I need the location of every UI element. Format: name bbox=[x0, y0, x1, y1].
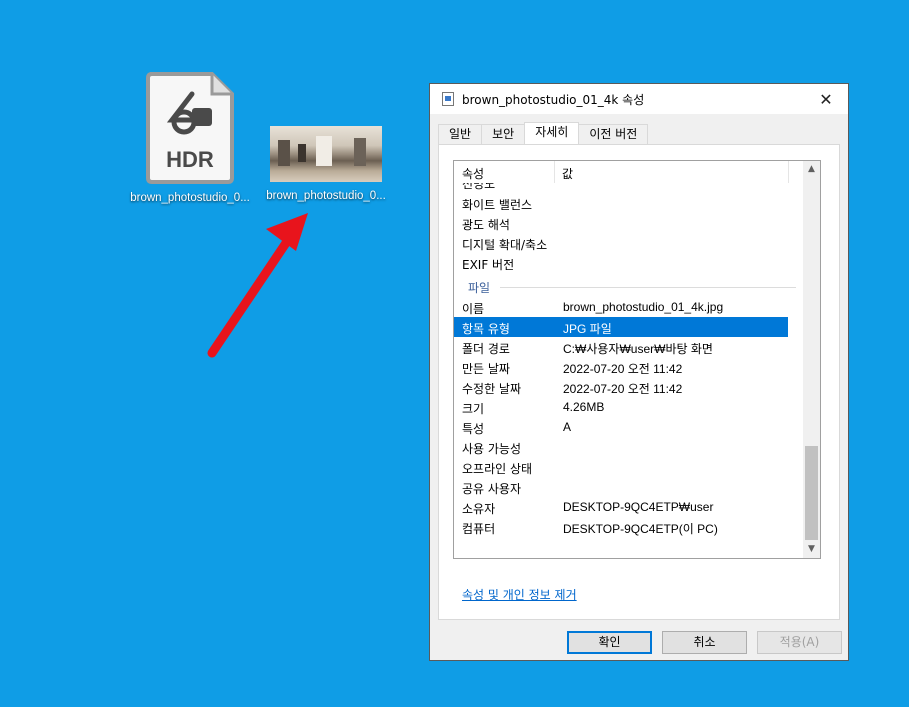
dialog-titlebar[interactable]: brown_photostudio_01_4k 속성 ✕ bbox=[430, 84, 848, 114]
tab-previous-versions[interactable]: 이전 버전 bbox=[578, 124, 649, 144]
tab-details[interactable]: 자세히 bbox=[524, 122, 580, 144]
dialog-title: brown_photostudio_01_4k 속성 bbox=[462, 92, 645, 107]
list-item[interactable]: 광도 해석 bbox=[454, 213, 804, 233]
apply-button[interactable]: 적용(A) bbox=[757, 631, 842, 654]
group-header-file: 파일 bbox=[454, 273, 804, 297]
cancel-button[interactable]: 취소 bbox=[662, 631, 747, 654]
column-header: 속성 값 bbox=[454, 161, 804, 183]
list-item[interactable]: 컴퓨터 DESKTOP-9QC4ETP(이 PC) bbox=[454, 517, 804, 537]
desktop-icon-label: brown_photostudio_0... bbox=[266, 190, 386, 202]
list-item[interactable]: 만든 날짜 2022-07-20 오전 11:42 bbox=[454, 357, 804, 377]
scroll-down-icon[interactable]: ▼ bbox=[803, 541, 820, 558]
property-rows: 선명도 화이트 밸런스 광도 해석 디지털 확대/축소 EXIF 버전 파일 이… bbox=[454, 181, 804, 537]
list-item-selected[interactable]: 항목 유형 JPG 파일 bbox=[454, 317, 788, 337]
close-icon[interactable]: ✕ bbox=[804, 84, 848, 114]
remove-properties-link[interactable]: 속성 및 개인 정보 제거 bbox=[462, 586, 577, 603]
tab-bar: 일반 보안 자세히 이전 버전 bbox=[438, 122, 649, 144]
svg-text:HDR: HDR bbox=[166, 147, 214, 172]
tab-security[interactable]: 보안 bbox=[481, 124, 526, 144]
list-item[interactable]: 이름 brown_photostudio_01_4k.jpg bbox=[454, 297, 804, 317]
list-item[interactable]: 오프라인 상태 bbox=[454, 457, 804, 477]
desktop-icon-label: brown_photostudio_0... bbox=[130, 192, 250, 204]
list-item[interactable]: 폴더 경로 C:₩사용자₩user₩바탕 화면 bbox=[454, 337, 804, 357]
list-item[interactable]: 수정한 날짜 2022-07-20 오전 11:42 bbox=[454, 377, 804, 397]
tab-general[interactable]: 일반 bbox=[438, 124, 483, 144]
property-list[interactable]: 선명도 화이트 밸런스 광도 해석 디지털 확대/축소 EXIF 버전 파일 이… bbox=[453, 160, 821, 559]
details-panel: 선명도 화이트 밸런스 광도 해석 디지털 확대/축소 EXIF 버전 파일 이… bbox=[438, 144, 840, 620]
list-item[interactable]: 화이트 밸런스 bbox=[454, 193, 804, 213]
list-item[interactable]: 소유자 DESKTOP-9QC4ETP₩user bbox=[454, 497, 804, 517]
list-item[interactable]: 크기 4.26MB bbox=[454, 397, 804, 417]
ok-button[interactable]: 확인 bbox=[567, 631, 652, 654]
desktop-icon-jpg-file[interactable]: brown_photostudio_0... bbox=[261, 70, 391, 202]
list-item[interactable]: 디지털 확대/축소 bbox=[454, 233, 804, 253]
list-item[interactable]: EXIF 버전 bbox=[454, 253, 804, 273]
properties-dialog: brown_photostudio_01_4k 속성 ✕ 일반 보안 자세히 이… bbox=[429, 83, 849, 661]
file-icon bbox=[442, 92, 454, 106]
vertical-scrollbar[interactable]: ▲ ▼ bbox=[803, 161, 820, 558]
jpg-thumbnail bbox=[270, 126, 382, 182]
list-item[interactable]: 사용 가능성 bbox=[454, 437, 804, 457]
list-item[interactable]: 공유 사용자 bbox=[454, 477, 804, 497]
hdr-file-icon: HDR bbox=[144, 70, 236, 184]
column-header-value[interactable]: 값 bbox=[562, 165, 573, 182]
scroll-up-icon[interactable]: ▲ bbox=[803, 161, 820, 178]
desktop-icon-hdr-file[interactable]: HDR brown_photostudio_0... bbox=[125, 70, 255, 204]
scrollbar-thumb[interactable] bbox=[805, 446, 818, 540]
column-header-property[interactable]: 속성 bbox=[462, 165, 484, 182]
red-arrow-annotation bbox=[207, 213, 308, 358]
list-item[interactable]: 특성 A bbox=[454, 417, 804, 437]
